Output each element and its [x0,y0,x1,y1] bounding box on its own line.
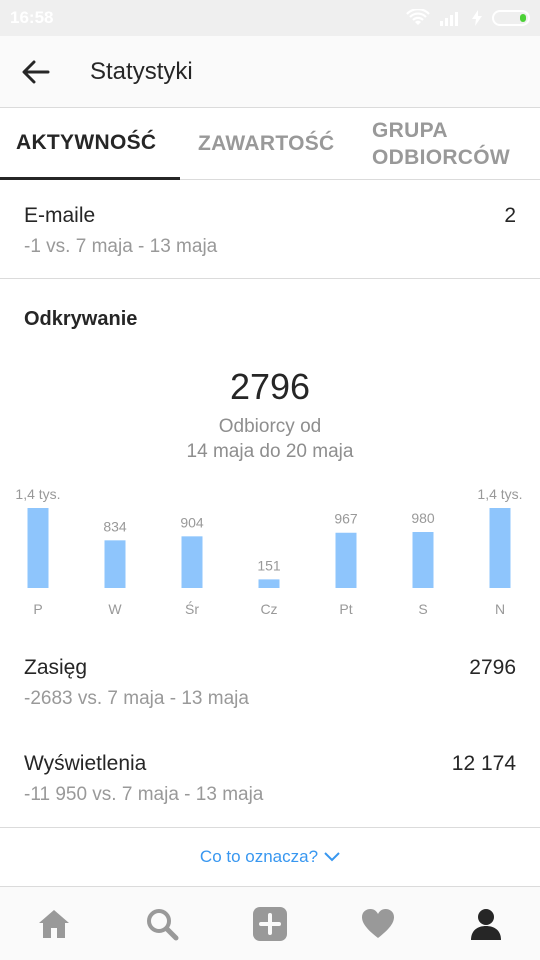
chart-day-label: Śr [185,600,199,617]
tab-bar: AKTYWNOŚĆ ZAWARTOŚĆ GRUPA ODBIORCÓW [0,108,540,180]
chart-day-label: S [418,601,427,617]
battery-icon [492,10,530,26]
impressions-label: Wyświetlenia [24,752,147,775]
add-icon [253,907,287,941]
chart-bar [412,532,434,588]
reach-row: Zasięg 2796 -2683 vs. 7 maja - 13 maja [0,640,540,730]
heart-icon [362,909,394,938]
chart-bar [27,508,49,588]
chart-bar [104,540,126,588]
chart-bar [335,532,357,588]
chart-value-label: 1,4 tys. [477,486,522,502]
chevron-down-icon [324,852,340,862]
search-icon [147,909,179,941]
emails-value: 2 [504,204,516,227]
nav-search[interactable] [132,901,192,947]
chart-day-label: N [495,601,505,617]
reach-value: 2796 [469,656,516,679]
impressions-comparison: -11 950 vs. 7 maja - 13 maja [24,784,264,805]
tab-audience[interactable]: GRUPA ODBIORCÓW [372,108,510,180]
status-icons [406,8,530,28]
bottom-nav [0,886,540,960]
chart-value-label: 1,4 tys. [15,486,60,502]
reach-caption: Odbiorcy od [218,416,322,437]
chart-day-label: Pt [339,601,352,617]
tab-content[interactable]: ZAWARTOŚĆ [198,108,334,180]
chart-value-label: 980 [411,510,435,526]
chart-day-label: W [108,601,122,617]
chart-value-label: 151 [257,557,281,573]
divider [0,278,540,279]
chart-bar [181,536,203,588]
reach-total: 2796 [229,366,311,407]
signal-icon [440,12,458,26]
daily-reach-chart: 1,4 tys. P 834 W 904 Śr 151 Cz 967 Pt 980 S 1,4 tys.… [15,486,522,617]
arrow-left-icon [22,60,50,84]
page-title: Statystyki [90,58,193,85]
impressions-row: Wyświetlenia 12 174 -11 950 vs. 7 maja -… [0,738,540,828]
home-icon [39,910,69,938]
chart-value-label: 967 [334,511,358,527]
back-button[interactable] [14,52,58,92]
wifi-icon [406,9,430,25]
nav-home[interactable] [24,901,84,947]
top-bar: Statystyki [0,36,540,108]
chart-bar [489,508,511,588]
reach-comparison: -2683 vs. 7 maja - 13 maja [24,688,249,709]
nav-profile[interactable] [456,901,516,947]
nav-activity[interactable] [348,901,408,947]
chart-day-label: P [33,601,42,617]
emails-row: E-maile 2 -1 vs. 7 maja - 13 maja [0,180,540,278]
tab-activity[interactable]: AKTYWNOŚĆ [0,108,180,180]
info-link[interactable]: Co to oznacza? [0,828,540,886]
reach-label: Zasięg [24,656,88,679]
chart-value-label: 834 [103,518,127,534]
status-time: 16:58 [10,8,54,27]
reach-date-range: 14 maja do 20 maja [186,441,354,462]
section-title: Odkrywanie [24,308,138,330]
chart-day-label: Cz [260,601,277,617]
emails-comparison: -1 vs. 7 maja - 13 maja [24,236,218,257]
charging-icon [472,10,482,26]
emails-label: E-maile [24,204,96,227]
info-link-label: Co to oznacza? [199,847,319,866]
profile-icon [471,909,501,940]
status-bar: 16:58 [0,0,540,36]
chart-value-label: 904 [180,514,204,530]
chart-bar [258,579,280,588]
impressions-value: 12 174 [451,752,516,775]
nav-add[interactable] [240,901,300,947]
